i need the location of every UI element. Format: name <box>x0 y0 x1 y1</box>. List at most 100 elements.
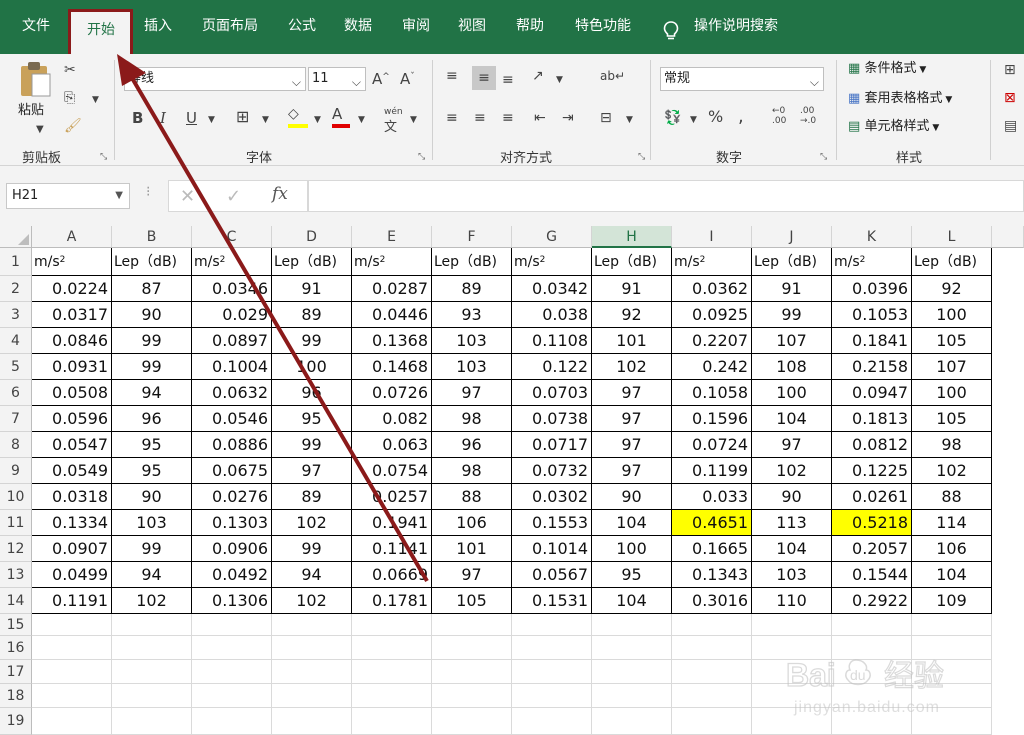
cell-F19[interactable] <box>432 708 512 735</box>
cell-H8[interactable]: 97 <box>592 432 672 458</box>
row-header-13[interactable]: 13 <box>0 562 32 588</box>
format-cells-icon[interactable]: ▤ <box>1004 118 1017 134</box>
row-header-16[interactable]: 16 <box>0 636 32 660</box>
cell-E3[interactable]: 0.0446 <box>352 302 432 328</box>
cell-E13[interactable]: 0.0669 <box>352 562 432 588</box>
cell-E8[interactable]: 0.063 <box>352 432 432 458</box>
cell-E1[interactable]: m/s2 <box>352 248 432 276</box>
cell-K2[interactable]: 0.0396 <box>832 276 912 302</box>
align-bottom-icon[interactable]: ≡ <box>502 72 514 88</box>
cell-I5[interactable]: 0.242 <box>672 354 752 380</box>
cell-L3[interactable]: 100 <box>912 302 992 328</box>
cell-G16[interactable] <box>512 636 592 660</box>
underline-dropdown-icon[interactable]: ▼ <box>208 112 215 128</box>
cell-D19[interactable] <box>272 708 352 735</box>
cell-J2[interactable]: 91 <box>752 276 832 302</box>
cell-D3[interactable]: 89 <box>272 302 352 328</box>
column-header-f[interactable]: F <box>432 226 512 248</box>
cell-D10[interactable]: 89 <box>272 484 352 510</box>
cell-D2[interactable]: 91 <box>272 276 352 302</box>
row-header-7[interactable]: 7 <box>0 406 32 432</box>
cell-B9[interactable]: 95 <box>112 458 192 484</box>
italic-button[interactable]: I <box>160 110 166 126</box>
font-name-select[interactable]: 等线 ⌵ <box>124 67 306 91</box>
cell-L12[interactable]: 106 <box>912 536 992 562</box>
cell-A7[interactable]: 0.0596 <box>32 406 112 432</box>
cell-I8[interactable]: 0.0724 <box>672 432 752 458</box>
cell-C6[interactable]: 0.0632 <box>192 380 272 406</box>
cell-K8[interactable]: 0.0812 <box>832 432 912 458</box>
cell-L5[interactable]: 107 <box>912 354 992 380</box>
cell-B12[interactable]: 99 <box>112 536 192 562</box>
cell-J13[interactable]: 103 <box>752 562 832 588</box>
cell-H3[interactable]: 92 <box>592 302 672 328</box>
cell-K1[interactable]: m/s2 <box>832 248 912 276</box>
cell-J1[interactable]: Lep（dB) <box>752 248 832 276</box>
cell-B16[interactable] <box>112 636 192 660</box>
increase-indent-icon[interactable]: ⇥ <box>562 110 574 126</box>
fill-color-icon[interactable]: ◇ <box>288 106 308 128</box>
orientation-icon[interactable]: ↗ <box>532 68 544 84</box>
cell-G8[interactable]: 0.0717 <box>512 432 592 458</box>
cell-I2[interactable]: 0.0362 <box>672 276 752 302</box>
cell-I17[interactable] <box>672 660 752 684</box>
cell-D15[interactable] <box>272 614 352 636</box>
column-header-a[interactable]: A <box>32 226 112 248</box>
cell-H18[interactable] <box>592 684 672 708</box>
cell-K9[interactable]: 0.1225 <box>832 458 912 484</box>
cell-E6[interactable]: 0.0726 <box>352 380 432 406</box>
cell-F6[interactable]: 97 <box>432 380 512 406</box>
cell-H16[interactable] <box>592 636 672 660</box>
cell-K11[interactable]: 0.5218 <box>832 510 912 536</box>
row-header-6[interactable]: 6 <box>0 380 32 406</box>
cell-K4[interactable]: 0.1841 <box>832 328 912 354</box>
cell-F3[interactable]: 93 <box>432 302 512 328</box>
cell-A2[interactable]: 0.0224 <box>32 276 112 302</box>
cell-D14[interactable]: 102 <box>272 588 352 614</box>
cell-H14[interactable]: 104 <box>592 588 672 614</box>
cell-A16[interactable] <box>32 636 112 660</box>
paste-icon[interactable] <box>18 60 52 98</box>
cell-I9[interactable]: 0.1199 <box>672 458 752 484</box>
cell-C12[interactable]: 0.0906 <box>192 536 272 562</box>
cell-F10[interactable]: 88 <box>432 484 512 510</box>
cell-I13[interactable]: 0.1343 <box>672 562 752 588</box>
cell-D9[interactable]: 97 <box>272 458 352 484</box>
cell-K13[interactable]: 0.1544 <box>832 562 912 588</box>
cell-F2[interactable]: 89 <box>432 276 512 302</box>
cell-I6[interactable]: 0.1058 <box>672 380 752 406</box>
cell-D8[interactable]: 99 <box>272 432 352 458</box>
paste-button[interactable]: 粘贴 <box>18 102 44 120</box>
cell-D4[interactable]: 99 <box>272 328 352 354</box>
cell-E10[interactable]: 0.0257 <box>352 484 432 510</box>
row-header-4[interactable]: 4 <box>0 328 32 354</box>
cell-G18[interactable] <box>512 684 592 708</box>
cell-I12[interactable]: 0.1665 <box>672 536 752 562</box>
copy-icon[interactable]: ⎘ <box>64 90 75 106</box>
cell-A12[interactable]: 0.0907 <box>32 536 112 562</box>
cell-D17[interactable] <box>272 660 352 684</box>
fill-color-dropdown-icon[interactable]: ▼ <box>314 112 321 128</box>
cell-G6[interactable]: 0.0703 <box>512 380 592 406</box>
cell-D18[interactable] <box>272 684 352 708</box>
cell-L9[interactable]: 102 <box>912 458 992 484</box>
cell-L1[interactable]: Lep（dB) <box>912 248 992 276</box>
cell-E19[interactable] <box>352 708 432 735</box>
accounting-format-icon[interactable]: 💱 <box>664 110 681 126</box>
cell-E17[interactable] <box>352 660 432 684</box>
cell-J4[interactable]: 107 <box>752 328 832 354</box>
cell-B17[interactable] <box>112 660 192 684</box>
formula-input[interactable] <box>308 180 1024 212</box>
cell-F5[interactable]: 103 <box>432 354 512 380</box>
cell-G15[interactable] <box>512 614 592 636</box>
cell-E12[interactable]: 0.1141 <box>352 536 432 562</box>
font-size-select[interactable]: 11 ⌵ <box>308 67 366 91</box>
cell-I16[interactable] <box>672 636 752 660</box>
align-center-icon[interactable]: ≡ <box>474 110 486 126</box>
tab-formulas[interactable]: 公式 <box>282 14 322 38</box>
column-header-i[interactable]: I <box>672 226 752 248</box>
cell-L11[interactable]: 114 <box>912 510 992 536</box>
delete-cells-icon[interactable]: ⊠ <box>1004 90 1016 106</box>
cell-C2[interactable]: 0.0346 <box>192 276 272 302</box>
row-header-10[interactable]: 10 <box>0 484 32 510</box>
